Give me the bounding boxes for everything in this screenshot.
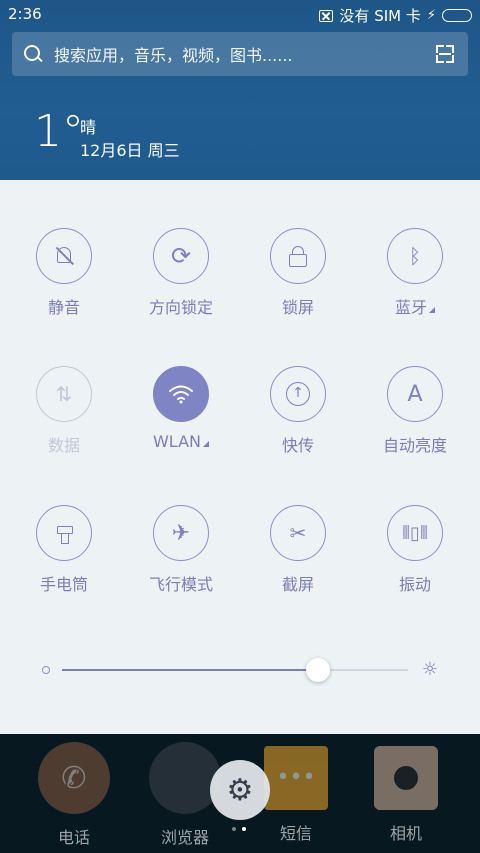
wlan-label: WLAN: [152, 432, 201, 451]
auto-brightness-toggle[interactable]: A: [387, 366, 443, 422]
app-label: 电话: [57, 828, 90, 847]
bluetooth-label: 蓝牙: [394, 298, 427, 317]
weather-temperature: 1°: [34, 106, 84, 157]
tile-vibrate[interactable]: ⦀▯⦀ 振动: [357, 505, 473, 595]
rotation-lock-toggle[interactable]: ⟳: [153, 228, 209, 284]
brightness-slider[interactable]: [62, 658, 408, 682]
gear-icon: ⚙: [226, 772, 254, 808]
tile-label: 快传: [281, 436, 314, 455]
menu-indicator-icon: [429, 307, 435, 313]
tile-mute[interactable]: 静音: [6, 228, 122, 318]
tile-label: 振动: [398, 575, 431, 594]
tile-label: 截屏: [281, 575, 314, 594]
status-bar: 2:36 没有 SIM 卡 ⚡: [0, 0, 480, 28]
screenshot-toggle[interactable]: ✂: [270, 505, 326, 561]
tile-label: 数据: [47, 436, 80, 455]
notification-header: 2:36 没有 SIM 卡 ⚡ 搜索应用，音乐，视频，图书...... 1° 晴…: [0, 0, 480, 180]
wlan-toggle[interactable]: [153, 366, 209, 422]
search-icon: [24, 45, 42, 63]
tile-auto-brightness[interactable]: A 自动亮度: [357, 366, 473, 456]
rotation-lock-icon: ⟳: [170, 242, 192, 270]
page-indicator: [232, 827, 250, 833]
tile-data[interactable]: ⇅ 数据: [6, 366, 122, 456]
data-arrows-icon: ⇅: [55, 382, 73, 406]
tile-label: 飞行模式: [148, 575, 213, 594]
chat-bubble-icon: •••: [264, 746, 328, 810]
weather-condition: 晴: [80, 118, 97, 137]
tile-label: 方向锁定: [148, 298, 213, 317]
status-right: 没有 SIM 卡 ⚡: [319, 5, 472, 26]
upload-icon: ↑: [286, 382, 310, 406]
tile-label: 静音: [47, 298, 80, 317]
quick-settings-panel: 静音 ⟳ 方向锁定 锁屏 ᛒ 蓝牙 ⇅ 数据 WLAN ↑ 快传 A 自动亮度 …: [0, 180, 480, 734]
lock-icon: [289, 246, 307, 267]
brightness-fill: [62, 669, 319, 671]
tile-label: 自动亮度: [382, 436, 447, 455]
page-dot: [232, 827, 236, 831]
tile-lock-screen[interactable]: 锁屏: [240, 228, 356, 318]
vibrate-icon: ⦀▯⦀: [402, 522, 428, 544]
brightness-high-icon: ☼: [421, 659, 439, 680]
tile-flashlight[interactable]: 手电筒: [6, 505, 122, 595]
tile-label: 锁屏: [281, 298, 314, 317]
quick-transfer-toggle[interactable]: ↑: [270, 366, 326, 422]
status-time: 2:36: [8, 5, 42, 23]
app-label: 浏览器: [160, 828, 209, 847]
search-bar[interactable]: 搜索应用，音乐，视频，图书......: [12, 32, 468, 76]
app-phone[interactable]: ✆ 电话: [24, 742, 124, 848]
flashlight-icon: [55, 522, 73, 544]
menu-indicator-icon: [203, 441, 209, 447]
scissors-icon: ✂: [289, 521, 307, 545]
brightness-low-icon: [42, 666, 50, 674]
lock-screen-toggle[interactable]: [270, 228, 326, 284]
tile-label: 手电筒: [39, 575, 88, 594]
auto-a-icon: A: [407, 381, 423, 407]
vibrate-toggle[interactable]: ⦀▯⦀: [387, 505, 443, 561]
tile-screenshot[interactable]: ✂ 截屏: [240, 505, 356, 595]
bluetooth-toggle[interactable]: ᛒ: [387, 228, 443, 284]
mute-toggle[interactable]: [36, 228, 92, 284]
app-label: 相机: [389, 824, 422, 843]
data-toggle[interactable]: ⇅: [36, 366, 92, 422]
camera-icon: [374, 746, 438, 810]
bell-slash-icon: [54, 245, 74, 267]
battery-icon: [442, 9, 472, 22]
flashlight-toggle[interactable]: [36, 505, 92, 561]
brightness-knob[interactable]: [306, 658, 331, 682]
tile-bluetooth[interactable]: ᛒ 蓝牙: [357, 228, 473, 318]
page-dot-active: [242, 827, 246, 831]
charging-icon: ⚡: [426, 8, 436, 23]
airplane-toggle[interactable]: ✈: [153, 505, 209, 561]
tile-airplane[interactable]: ✈ 飞行模式: [123, 505, 239, 595]
wifi-icon: [169, 385, 193, 404]
app-label: 短信: [279, 824, 312, 843]
tile-quick-transfer[interactable]: ↑ 快传: [240, 366, 356, 456]
search-placeholder: 搜索应用，音乐，视频，图书......: [54, 46, 293, 65]
app-camera[interactable]: 相机: [356, 742, 456, 844]
no-sim-icon: [319, 9, 334, 22]
airplane-icon: ✈: [171, 520, 191, 546]
weather-date: 12月6日 周三: [80, 141, 180, 160]
phone-icon: ✆: [38, 742, 110, 814]
globe-icon: [149, 742, 221, 814]
bluetooth-icon: ᛒ: [409, 244, 421, 268]
tile-wlan[interactable]: WLAN: [123, 366, 239, 451]
tile-label: 蓝牙: [357, 294, 473, 318]
tile-rotation-lock[interactable]: ⟳ 方向锁定: [123, 228, 239, 318]
sim-status-text: 没有 SIM 卡: [339, 7, 421, 25]
tile-label: WLAN: [123, 432, 239, 451]
scan-icon[interactable]: [436, 45, 454, 63]
settings-button[interactable]: ⚙: [210, 760, 270, 820]
